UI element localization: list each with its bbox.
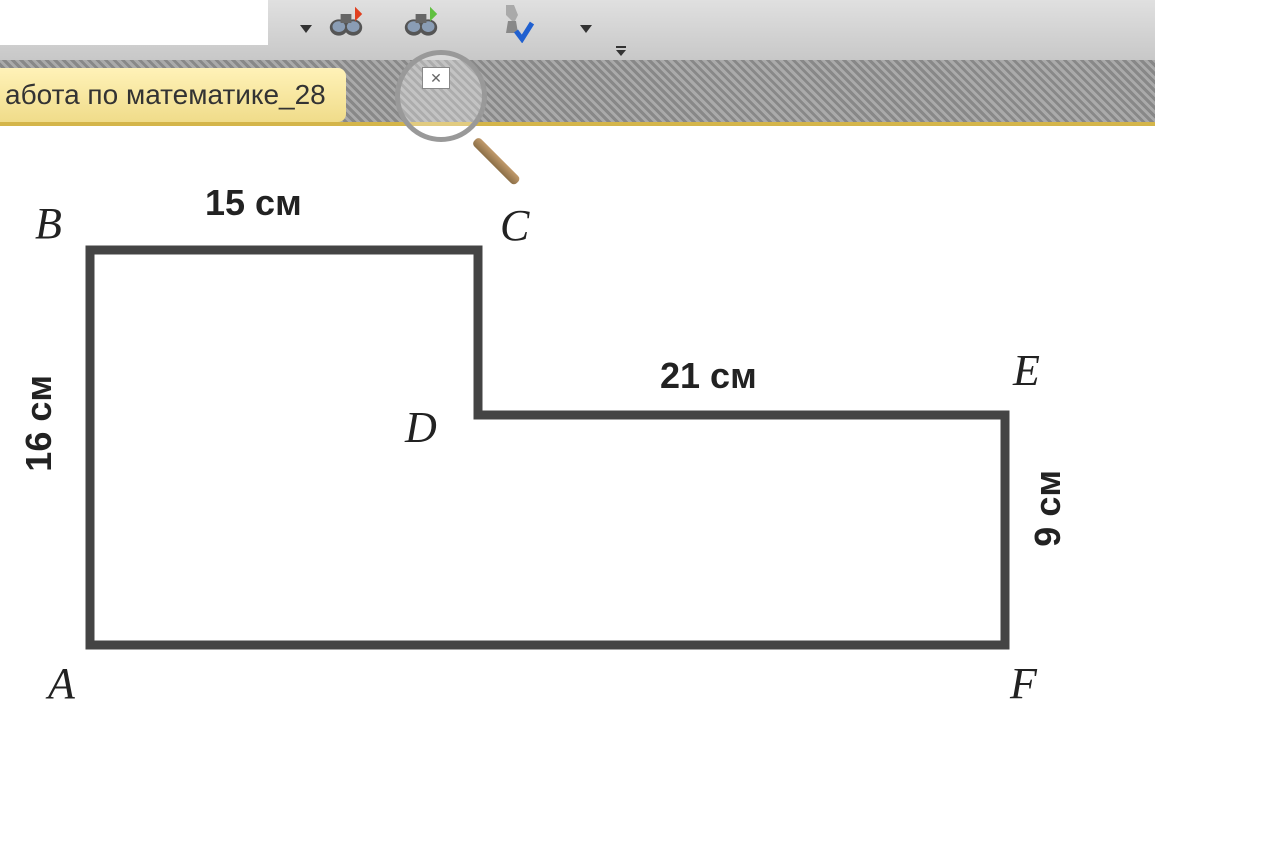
vertex-b-label: B xyxy=(35,198,62,249)
close-icon: ✕ xyxy=(430,70,442,87)
dimension-de: 21 см xyxy=(660,355,757,397)
toolbar xyxy=(0,0,1155,60)
vertex-a-label: A xyxy=(48,658,75,709)
dimension-bc: 15 см xyxy=(205,182,302,224)
magnifier-tool[interactable]: ✕ xyxy=(395,50,495,150)
vertex-e-label: E xyxy=(1013,345,1040,396)
geometry-diagram: B C D E F A 15 см 16 см 21 см 9 см xyxy=(0,160,1100,760)
toolbar-input-area[interactable] xyxy=(0,0,268,45)
magnifier-lens-icon: ✕ xyxy=(395,50,487,142)
dimension-ab: 16 см xyxy=(18,375,60,472)
dropdown-icon[interactable] xyxy=(285,8,327,50)
brush-check-icon[interactable] xyxy=(495,2,537,44)
file-tab[interactable]: абота по математике_28 xyxy=(0,68,346,122)
vertex-f-label: F xyxy=(1010,658,1037,709)
vertex-c-label: C xyxy=(500,200,529,251)
l-shape-polygon xyxy=(0,160,1100,760)
search-green-icon[interactable] xyxy=(400,2,442,44)
vertex-d-label: D xyxy=(405,402,437,453)
magnifier-close-button[interactable]: ✕ xyxy=(422,67,450,89)
file-tab-label: абота по математике_28 xyxy=(5,79,326,111)
search-red-icon[interactable] xyxy=(325,2,367,44)
dimension-ef: 9 см xyxy=(1027,470,1069,547)
